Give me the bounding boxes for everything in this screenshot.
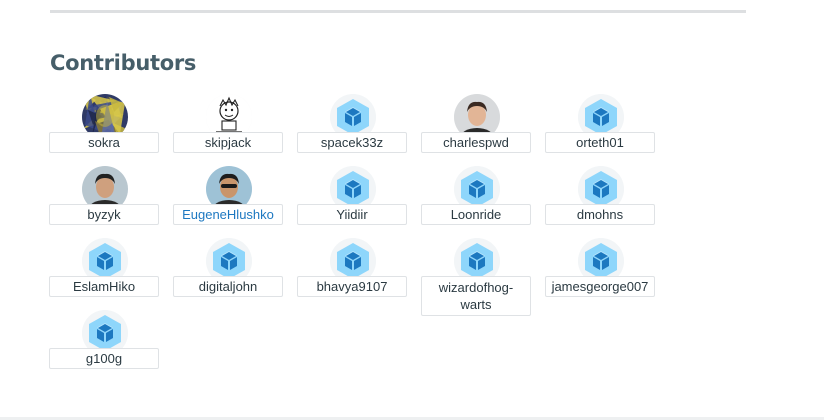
contributor-name: EugeneHlushko	[173, 204, 283, 225]
contributor-name: g100g	[49, 348, 159, 369]
contributors-grid: sokra skipjack spacek33z charlespwd orte…	[49, 94, 669, 394]
contributor-name: skipjack	[173, 132, 283, 153]
contributor-name: EslamHiko	[49, 276, 159, 297]
contributor-name: byzyk	[49, 204, 159, 225]
contributor-name: digitaljohn	[173, 276, 283, 297]
contributors-heading: Contributors	[50, 51, 197, 75]
contributor-name: jamesgeorge007	[545, 276, 655, 297]
contributor-name: Yiidiir	[297, 204, 407, 225]
contributor-name: wizardofhog-warts	[421, 276, 531, 316]
contributor-name: orteth01	[545, 132, 655, 153]
contributor-name: sokra	[49, 132, 159, 153]
contributor-name: charlespwd	[421, 132, 531, 153]
contributor-name: dmohns	[545, 204, 655, 225]
contributor-name: spacek33z	[297, 132, 407, 153]
top-divider	[50, 10, 746, 13]
contributor-name: Loonride	[421, 204, 531, 225]
contributor-name: bhavya9107	[297, 276, 407, 297]
